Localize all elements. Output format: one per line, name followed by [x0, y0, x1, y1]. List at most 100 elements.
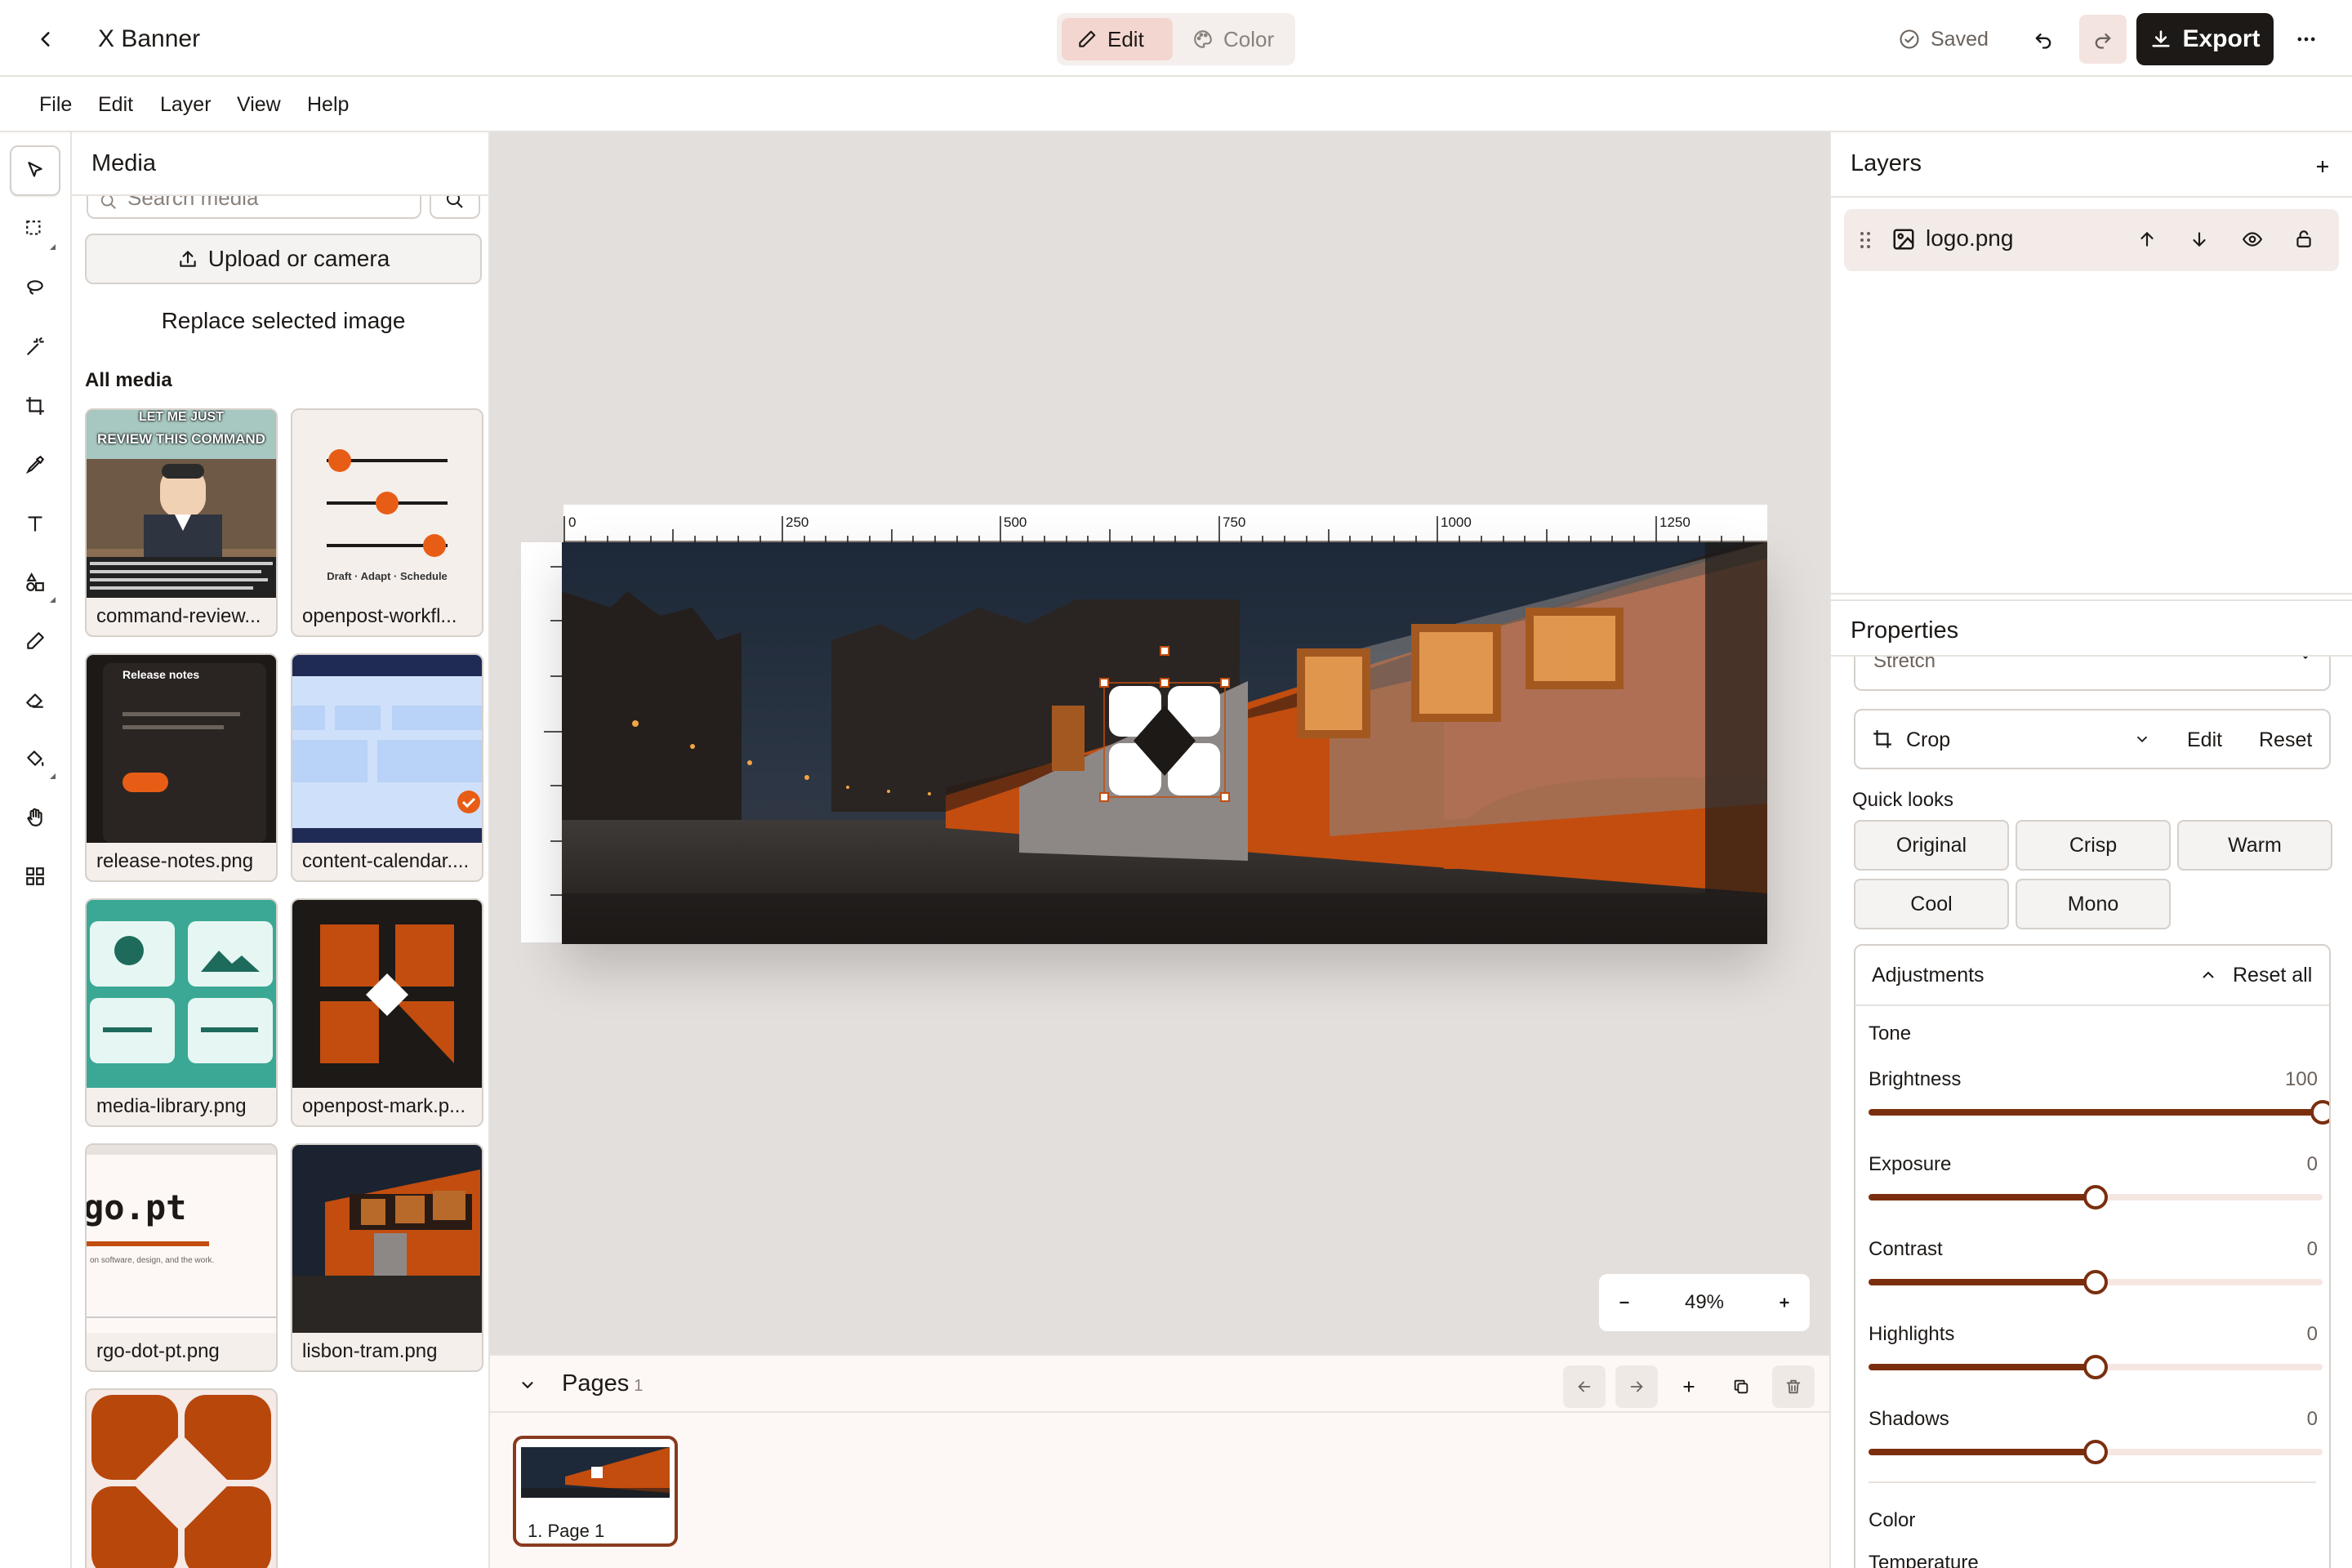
- contrast-label: Contrast: [1869, 1238, 1943, 1260]
- select-tool[interactable]: [10, 145, 60, 196]
- quick-look-crisp[interactable]: Crisp: [2016, 820, 2171, 871]
- menu-view[interactable]: View: [237, 88, 281, 121]
- media-card-media-library[interactable]: media-library.png: [85, 898, 278, 1127]
- zoom-out-button[interactable]: [1615, 1294, 1633, 1312]
- export-button[interactable]: Export: [2136, 13, 2274, 65]
- fill-tool[interactable]: [10, 733, 60, 784]
- menu-file[interactable]: File: [39, 88, 72, 121]
- eraser-tool[interactable]: [10, 675, 60, 725]
- magic-wand-tool[interactable]: [10, 322, 60, 372]
- slider-thumb[interactable]: [2083, 1270, 2108, 1294]
- slider-thumb[interactable]: [2083, 1440, 2108, 1464]
- slider-thumb[interactable]: [2083, 1185, 2108, 1209]
- duplicate-page-button[interactable]: [1720, 1365, 1762, 1408]
- crop-reset-button[interactable]: Reset: [2259, 728, 2312, 752]
- quick-look-original[interactable]: Original: [1854, 820, 2009, 871]
- move-up-icon[interactable]: [2136, 229, 2158, 250]
- brightness-label: Brightness: [1869, 1068, 1962, 1090]
- menu-help[interactable]: Help: [307, 88, 349, 121]
- crop-edit-button[interactable]: Edit: [2187, 728, 2222, 752]
- pages-strip: 1. Page 1: [490, 1413, 1829, 1568]
- media-card-openpost-mark[interactable]: openpost-mark.p...: [291, 898, 483, 1127]
- slider-thumb[interactable]: [2083, 1355, 2108, 1379]
- eyedropper-icon: [24, 454, 46, 475]
- exposure-slider[interactable]: [1869, 1185, 2323, 1209]
- color-mode-label: Color: [1223, 26, 1275, 51]
- color-mode-button[interactable]: Color: [1178, 18, 1290, 60]
- slider-thumb[interactable]: [2310, 1100, 2329, 1125]
- panel-divider[interactable]: [1831, 593, 2352, 601]
- crop-tool[interactable]: [10, 381, 60, 431]
- upload-button[interactable]: Upload or camera: [85, 234, 482, 284]
- redo-icon: [2091, 28, 2114, 51]
- meme-text-bottom: REVIEW THIS COMMAND: [97, 431, 265, 447]
- menu-edit[interactable]: Edit: [98, 88, 133, 121]
- replace-image-button[interactable]: Replace selected image: [85, 297, 482, 345]
- page-thumbnail[interactable]: 1. Page 1: [513, 1436, 678, 1547]
- quick-look-mono[interactable]: Mono: [2016, 879, 2171, 929]
- brush-tool[interactable]: [10, 616, 60, 666]
- media-card-openpost-workflow[interactable]: Draft · Adapt · Schedule openpost-workfl…: [291, 408, 483, 637]
- collapse-pages-button[interactable]: [511, 1369, 544, 1401]
- move-down-icon[interactable]: [2189, 229, 2210, 250]
- eyedropper-tool[interactable]: [10, 439, 60, 490]
- media-card-command-review[interactable]: LET ME JUST REVIEW THIS COMMAND command-…: [85, 408, 278, 637]
- media-card-rgo-dot-pt[interactable]: go.pt on software, design, and the work.…: [85, 1143, 278, 1372]
- crop-label[interactable]: Crop: [1906, 728, 1950, 752]
- grid-tool[interactable]: [10, 851, 60, 902]
- media-card-content-calendar[interactable]: content-calendar....: [291, 653, 483, 882]
- artboard[interactable]: [562, 542, 1767, 944]
- blog-logo-text: go.pt: [87, 1187, 187, 1227]
- select-icon: [24, 160, 46, 181]
- chevron-down-icon[interactable]: [2133, 730, 2151, 748]
- plus-icon: [2313, 157, 2332, 176]
- text-tool[interactable]: [10, 498, 60, 549]
- eye-icon[interactable]: [2241, 229, 2264, 250]
- chevron-up-icon[interactable]: [2198, 965, 2218, 985]
- redo-button[interactable]: [2079, 15, 2127, 64]
- media-card-logo[interactable]: [85, 1388, 278, 1568]
- previous-page-button[interactable]: [1563, 1365, 1606, 1408]
- lock-icon[interactable]: [2293, 227, 2314, 250]
- arrow-left-icon: [1575, 1378, 1593, 1396]
- zoom-in-button[interactable]: [1775, 1294, 1793, 1312]
- quick-look-warm[interactable]: Warm: [2177, 820, 2332, 871]
- edit-mode-button[interactable]: Edit: [1062, 18, 1173, 60]
- undo-button[interactable]: [2020, 16, 2066, 62]
- hand-tool[interactable]: [10, 792, 60, 843]
- contrast-slider[interactable]: [1869, 1270, 2323, 1294]
- shapes-tool[interactable]: [10, 557, 60, 608]
- lisbon-tram-thumbnail: [292, 1145, 482, 1333]
- layer-name: logo.png: [1926, 225, 2014, 251]
- adjustments-header[interactable]: Adjustments Reset all: [1855, 946, 2329, 1006]
- drag-handle-icon[interactable]: [1859, 230, 1872, 250]
- marquee-tool[interactable]: [10, 204, 60, 255]
- document-title[interactable]: X Banner: [98, 23, 200, 56]
- shadows-slider[interactable]: [1869, 1440, 2323, 1464]
- highlights-slider[interactable]: [1869, 1355, 2323, 1379]
- media-card-lisbon-tram[interactable]: lisbon-tram.png: [291, 1143, 483, 1372]
- workflow-thumbnail: Draft · Adapt · Schedule: [292, 410, 482, 598]
- zoom-value[interactable]: 49%: [1685, 1291, 1724, 1314]
- pages-bar: Pages 1: [490, 1354, 1829, 1413]
- right-panel: Layers logo.png Stretch Properties Crop …: [1829, 132, 2352, 1568]
- brightness-slider[interactable]: [1869, 1100, 2329, 1125]
- lasso-tool[interactable]: [10, 263, 60, 314]
- add-layer-button[interactable]: [2305, 149, 2341, 185]
- top-bar: X Banner Edit Color Saved Export: [0, 0, 2352, 77]
- more-button[interactable]: [2283, 18, 2329, 60]
- back-button[interactable]: [23, 18, 69, 60]
- media-panel-header: Media: [72, 132, 488, 196]
- add-page-button[interactable]: [1668, 1365, 1710, 1408]
- reset-all-button[interactable]: Reset all: [2233, 964, 2312, 987]
- more-horizontal-icon: [2295, 28, 2318, 51]
- next-page-button[interactable]: [1615, 1365, 1658, 1408]
- delete-page-button[interactable]: [1772, 1365, 1815, 1408]
- media-card-release-notes[interactable]: Release notes release-notes.png: [85, 653, 278, 882]
- menu-layer[interactable]: Layer: [160, 88, 212, 121]
- quick-look-cool[interactable]: Cool: [1854, 879, 2009, 929]
- canvas-area[interactable]: 0 250 500 750 1000 1250 49%: [490, 132, 1829, 1354]
- layer-row[interactable]: logo.png: [1844, 209, 2339, 271]
- blog-thumbnail: go.pt on software, design, and the work.: [87, 1145, 276, 1333]
- chevron-left-icon: [35, 29, 56, 50]
